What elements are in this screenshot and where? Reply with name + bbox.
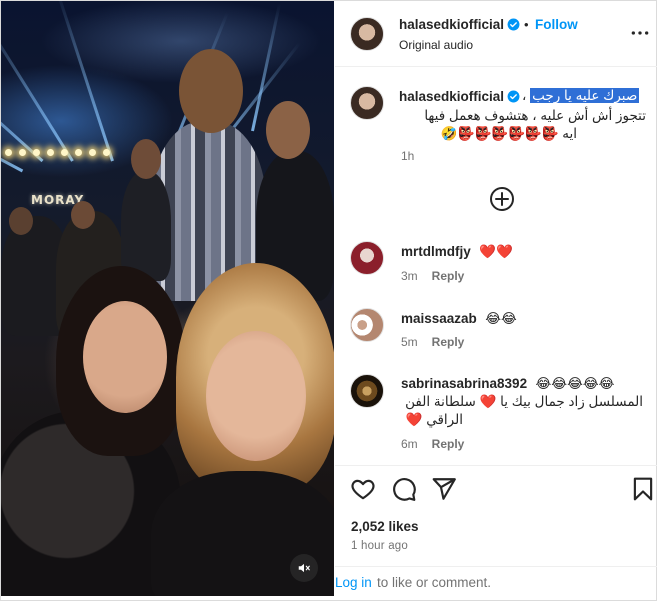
stage-lights	[1, 149, 131, 165]
crowd-person	[121, 171, 171, 281]
mute-button[interactable]	[290, 554, 318, 582]
light-beam	[1, 16, 74, 162]
bookmark-icon[interactable]	[630, 476, 656, 502]
username-text[interactable]: halasedkiofficial	[399, 89, 504, 104]
post-side-panel: halasedkiofficial • Follow Original audi…	[335, 1, 657, 602]
verified-badge-icon	[507, 18, 520, 31]
post-video[interactable]: MORAY	[1, 1, 334, 596]
crowd-head	[131, 139, 161, 179]
heart-icon[interactable]	[350, 476, 376, 502]
post-username[interactable]: halasedkiofficial	[399, 17, 520, 32]
speaker-muted-icon	[298, 563, 310, 573]
comment-text: 😂😂😂😂😂	[535, 376, 615, 391]
caption-punct: ،	[522, 88, 527, 103]
post-time[interactable]: 1 hour ago	[351, 540, 408, 552]
post-modal: MORAY halasedkiofficial • Follow Origina…	[0, 0, 657, 601]
login-prompt: Log in to like or comment.	[335, 566, 657, 602]
comment-time: 6m	[401, 437, 418, 451]
plus-circle-icon	[495, 192, 509, 206]
comment-icon[interactable]	[391, 476, 417, 502]
man-head	[179, 49, 243, 133]
comment-item: sabrinasabrina8392 😂😂😂😂😂	[401, 375, 614, 393]
comment-username[interactable]: mrtdlmdfjy	[401, 244, 471, 259]
verified-badge-icon	[507, 90, 520, 103]
comment-time: 3m	[401, 269, 418, 283]
woman-left-face	[83, 301, 167, 413]
light-beam	[55, 1, 114, 162]
more-horizontal-icon[interactable]	[630, 25, 650, 41]
comment-time: 5m	[401, 335, 418, 349]
separator-dot: •	[524, 17, 529, 32]
post-header: halasedkiofficial • Follow Original audi…	[335, 1, 657, 67]
man-head	[266, 101, 310, 159]
login-link[interactable]: Log in	[335, 575, 372, 590]
send-icon[interactable]	[431, 476, 457, 502]
caption-username[interactable]: halasedkiofficial	[399, 89, 520, 104]
comment-text: 😂😂	[485, 311, 517, 326]
caption-line-2: تتجوز أش أش عليه ، هتشوف هعمل فيها	[424, 108, 646, 123]
caption-line-1: صبرك عليه يا رجب ،	[522, 88, 640, 104]
avatar[interactable]	[350, 308, 384, 342]
caption-highlight: صبرك عليه يا رجب	[530, 88, 640, 103]
crowd-head	[71, 201, 95, 229]
comment-username[interactable]: sabrinasabrina8392	[401, 376, 527, 391]
comment-item: mrtdlmdfjy ❤️❤️	[401, 243, 513, 261]
comment-meta: 6m Reply	[401, 437, 464, 451]
reply-button[interactable]: Reply	[432, 437, 465, 451]
likes-count[interactable]: 2,052 likes	[351, 519, 419, 534]
load-more-comments-button[interactable]	[490, 187, 514, 211]
avatar[interactable]	[350, 86, 384, 120]
caption-time: 1h	[401, 149, 415, 163]
comment-meta: 3m Reply	[401, 269, 464, 283]
avatar[interactable]	[350, 374, 384, 408]
username-text[interactable]: halasedkiofficial	[399, 17, 504, 32]
caption-line-3: ايه 👺👺👺👺👺👺🤣	[440, 126, 577, 141]
avatar[interactable]	[350, 241, 384, 275]
post-actions: 2,052 likes 1 hour ago	[335, 465, 657, 575]
comment-meta: 5m Reply	[401, 335, 464, 349]
comment-item: maissaazab 😂😂	[401, 310, 517, 328]
comment-text: ❤️❤️	[479, 244, 513, 259]
avatar[interactable]	[350, 17, 384, 51]
follow-button[interactable]: Follow	[535, 17, 578, 32]
comment-username[interactable]: maissaazab	[401, 311, 477, 326]
woman-right-face	[206, 331, 306, 461]
comment-text-line-2: المسلسل زاد جمال بيك يا ❤️ سلطانة الفن	[405, 394, 643, 409]
reply-button[interactable]: Reply	[432, 269, 465, 283]
comment-text-line-3: الراقي ❤️	[405, 412, 463, 427]
login-prompt-text: to like or comment.	[377, 575, 492, 590]
crowd-head	[9, 207, 33, 235]
audio-label[interactable]: Original audio	[399, 38, 473, 52]
reply-button[interactable]: Reply	[432, 335, 465, 349]
